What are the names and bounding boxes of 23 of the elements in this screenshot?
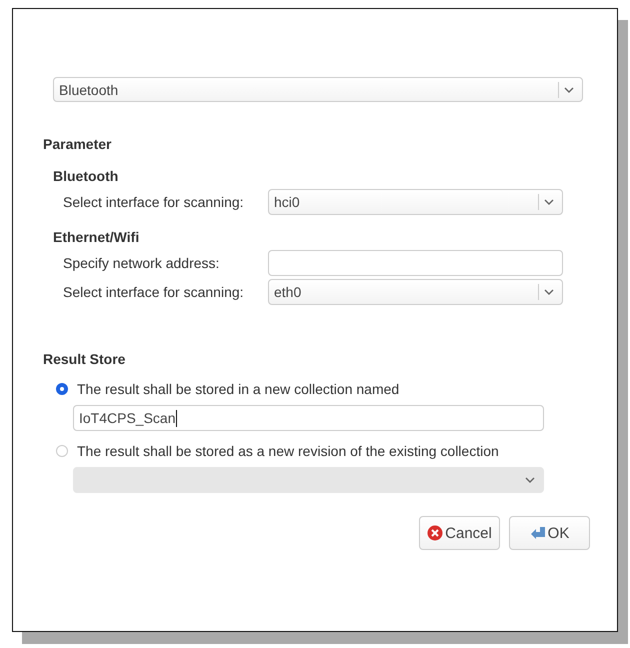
chevron-down-icon	[564, 86, 574, 92]
field-label: Specify network address:	[63, 255, 220, 271]
cancel-icon	[427, 525, 444, 541]
group-heading: Bluetooth	[53, 167, 120, 186]
field-label: Select interface for scanning:	[63, 194, 245, 210]
radio-button[interactable]	[56, 383, 68, 395]
chevron-down-icon	[525, 477, 535, 483]
radio-label: The result shall be stored in a new collection named	[77, 381, 400, 397]
input-field[interactable]	[268, 250, 563, 276]
chevron-down-icon	[544, 199, 554, 205]
field-label: Select interface for scanning:	[63, 284, 245, 300]
dropdown[interactable]: Bluetooth	[53, 77, 583, 102]
cancel-button[interactable]: Cancel	[419, 516, 500, 550]
input-field[interactable]: IoT4CPS_Scan	[73, 405, 544, 431]
radio-label: The result shall be stored as a new revision of the existing collection	[77, 443, 499, 459]
section-heading: Parameter	[43, 135, 112, 154]
chevron-down-icon	[544, 289, 554, 295]
enter-arrow-icon	[530, 525, 546, 541]
section-heading: Result Store	[43, 350, 126, 369]
ok-button[interactable]: OK	[509, 516, 590, 550]
group-heading: Ethernet/Wifi	[53, 228, 140, 247]
dropdown[interactable]: eth0	[268, 279, 563, 305]
dropdown[interactable]: hci0	[268, 189, 563, 215]
